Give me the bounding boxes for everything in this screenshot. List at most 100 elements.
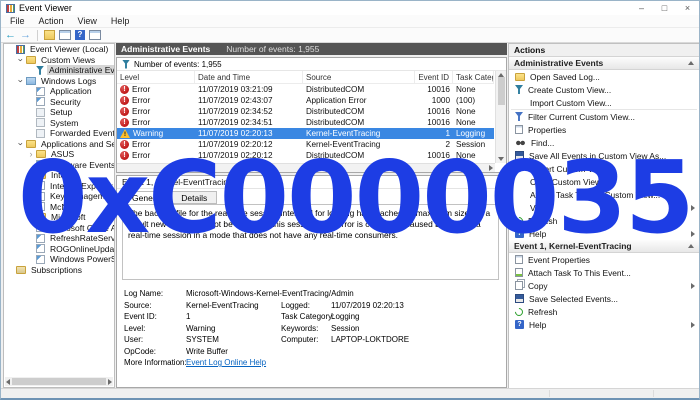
collapse-section-icon[interactable] bbox=[688, 61, 694, 65]
scroll-thumb[interactable] bbox=[12, 378, 106, 385]
action-properties[interactable]: Properties bbox=[509, 123, 699, 136]
action-create-custom-view[interactable]: Create Custom View... bbox=[509, 83, 699, 96]
tree-item-event-viewer-local[interactable]: Event Viewer (Local) bbox=[4, 44, 114, 55]
event-row[interactable]: !Error11/07/2019 03:21:09DistributedCOM1… bbox=[117, 84, 494, 95]
minimize-button[interactable]: – bbox=[630, 1, 653, 15]
action-copy[interactable]: Copy bbox=[509, 279, 699, 292]
event-description: The backing file for the real-time sessi… bbox=[122, 204, 499, 280]
column-header-source[interactable]: Source bbox=[303, 71, 415, 83]
tree-item-windows-powershell[interactable]: Windows PowerShell bbox=[4, 254, 114, 265]
chevron-down-icon[interactable]: › bbox=[16, 140, 26, 148]
action-attach-task-to-this-custom-view[interactable]: Attach Task To This Custom View... bbox=[509, 188, 699, 201]
tab-details[interactable]: Details bbox=[171, 191, 217, 204]
console-window-icon[interactable] bbox=[59, 30, 71, 40]
column-header-task-category[interactable]: Task Category bbox=[453, 71, 494, 83]
action-attach-task-to-this-event[interactable]: Attach Task To This Event... bbox=[509, 266, 699, 279]
event-row[interactable]: !Error11/07/2019 02:20:12DistributedCOM1… bbox=[117, 150, 494, 161]
menu-help[interactable]: Help bbox=[104, 15, 137, 28]
tree-item-system[interactable]: System bbox=[4, 118, 114, 129]
close-button[interactable]: × bbox=[676, 1, 699, 15]
properties-window-icon[interactable] bbox=[89, 30, 101, 40]
action-refresh[interactable]: Refresh bbox=[509, 214, 699, 227]
list-vertical-scrollbar[interactable] bbox=[495, 71, 506, 163]
tree-item-microsoft-office-alerts[interactable]: Microsoft Office Alerts bbox=[4, 223, 114, 234]
tree-item-key-management-service[interactable]: Key Management Service bbox=[4, 191, 114, 202]
action-copy-custom-view[interactable]: Copy Custom View... bbox=[509, 175, 699, 188]
tree-item-administrative-events[interactable]: Administrative Events bbox=[4, 65, 114, 76]
tree-horizontal-scrollbar[interactable] bbox=[5, 377, 113, 386]
tree-item-microsoft[interactable]: ›Microsoft bbox=[4, 212, 114, 223]
scroll-thumb[interactable] bbox=[498, 77, 505, 105]
chevron-right-icon[interactable]: › bbox=[27, 212, 35, 222]
action-open-saved-log[interactable]: Open Saved Log... bbox=[509, 70, 699, 83]
event-row[interactable]: !Error11/07/2019 02:34:52DistributedCOM1… bbox=[117, 106, 494, 117]
tree-item-windows-logs[interactable]: ›Windows Logs bbox=[4, 76, 114, 87]
scroll-left-icon[interactable] bbox=[6, 379, 10, 385]
action-find[interactable]: Find... bbox=[509, 136, 699, 149]
action-view[interactable]: View bbox=[509, 201, 699, 214]
tree-item-custom-views[interactable]: ›Custom Views bbox=[4, 55, 114, 66]
menu-file[interactable]: File bbox=[3, 15, 32, 28]
action-save-selected-events[interactable]: Save Selected Events... bbox=[509, 292, 699, 305]
details-close-icon[interactable]: × bbox=[496, 177, 501, 187]
maximize-button[interactable]: □ bbox=[653, 1, 676, 15]
tree-item-application[interactable]: Application bbox=[4, 86, 114, 97]
tree-item-rogonlineupdate[interactable]: ROGOnlineUpdate bbox=[4, 244, 114, 255]
actions-section-header[interactable]: Administrative Events bbox=[509, 57, 699, 70]
action-label: Refresh bbox=[528, 216, 557, 226]
tree-item-mcneel[interactable]: McNeel bbox=[4, 202, 114, 213]
tree-item-hardware-events[interactable]: Hardware Events bbox=[4, 160, 114, 171]
column-header-event-id[interactable]: Event ID bbox=[415, 71, 453, 83]
open-folder-icon bbox=[515, 73, 525, 81]
event-row[interactable]: !Error11/07/2019 02:20:12Kernel-EventTra… bbox=[117, 139, 494, 150]
tree-item-subscriptions[interactable]: Subscriptions bbox=[4, 265, 114, 276]
tree-item-security[interactable]: Security bbox=[4, 97, 114, 108]
action-event-properties[interactable]: Event Properties bbox=[509, 253, 699, 266]
event-row[interactable]: !Error11/07/2019 02:34:51DistributedCOM1… bbox=[117, 117, 494, 128]
statusbar-divider bbox=[549, 390, 550, 397]
list-horizontal-scrollbar[interactable] bbox=[117, 163, 495, 172]
action-export-custom-view[interactable]: Export Custom View... bbox=[509, 162, 699, 175]
online-help-link[interactable]: Event Log Online Help bbox=[186, 357, 269, 369]
action-refresh[interactable]: Refresh bbox=[509, 305, 699, 318]
chevron-down-icon[interactable]: › bbox=[16, 77, 26, 85]
action-help[interactable]: ?Help bbox=[509, 318, 699, 331]
back-icon[interactable]: ← bbox=[5, 29, 16, 41]
action-help[interactable]: ?Help bbox=[509, 227, 699, 240]
chevron-down-icon[interactable]: › bbox=[16, 56, 26, 64]
scroll-right-icon[interactable] bbox=[489, 165, 493, 171]
scroll-down-icon[interactable] bbox=[498, 157, 504, 161]
tree-item-applications-and-services-logs[interactable]: ›Applications and Services Logs bbox=[4, 139, 114, 150]
forward-icon[interactable]: → bbox=[20, 29, 31, 41]
chevron-right-icon[interactable]: › bbox=[27, 149, 35, 159]
column-header-date-and-time[interactable]: Date and Time bbox=[195, 71, 303, 83]
action-save-all-events-in-custom-view-as[interactable]: Save All Events in Custom View As... bbox=[509, 149, 699, 162]
task-cell: Session bbox=[453, 140, 494, 149]
event-row[interactable]: !Warning11/07/2019 02:20:13Kernel-EventT… bbox=[117, 128, 494, 139]
tree-items: Event Viewer (Local)›Custom ViewsAdminis… bbox=[4, 44, 114, 275]
menu-view[interactable]: View bbox=[71, 15, 104, 28]
help-icon[interactable]: ? bbox=[75, 30, 85, 40]
tab-general[interactable]: General bbox=[122, 191, 172, 204]
tree-item-forwarded-events[interactable]: Forwarded Events bbox=[4, 128, 114, 139]
actions-section-header[interactable]: Event 1, Kernel-EventTracing bbox=[509, 240, 699, 253]
scroll-right-icon[interactable] bbox=[108, 379, 112, 385]
export-list-icon[interactable] bbox=[44, 30, 55, 40]
action-filter-current-custom-view[interactable]: Filter Current Custom View... bbox=[509, 110, 699, 123]
tree-item-refreshrateservice[interactable]: RefreshRateService bbox=[4, 233, 114, 244]
field-label: User: bbox=[124, 334, 186, 346]
level-cell: !Error bbox=[117, 140, 195, 149]
menu-action[interactable]: Action bbox=[32, 15, 71, 28]
tree-item-setup[interactable]: Setup bbox=[4, 107, 114, 118]
tree-item-internet-explorer[interactable]: Internet Explorer bbox=[4, 181, 114, 192]
task-icon bbox=[515, 268, 523, 277]
action-import-custom-view[interactable]: Import Custom View... bbox=[509, 96, 699, 109]
collapse-section-icon[interactable] bbox=[688, 244, 694, 248]
title-bar: Event Viewer – □ × bbox=[1, 1, 699, 15]
column-header-level[interactable]: Level bbox=[117, 71, 195, 83]
chevron-right-icon[interactable]: › bbox=[27, 170, 35, 180]
tree-item-asus[interactable]: ›ASUS bbox=[4, 149, 114, 160]
toolbar: ← →? bbox=[1, 28, 699, 43]
event-row[interactable]: !Error11/07/2019 02:43:07Application Err… bbox=[117, 95, 494, 106]
tree-item-intel[interactable]: ›Intel bbox=[4, 170, 114, 181]
